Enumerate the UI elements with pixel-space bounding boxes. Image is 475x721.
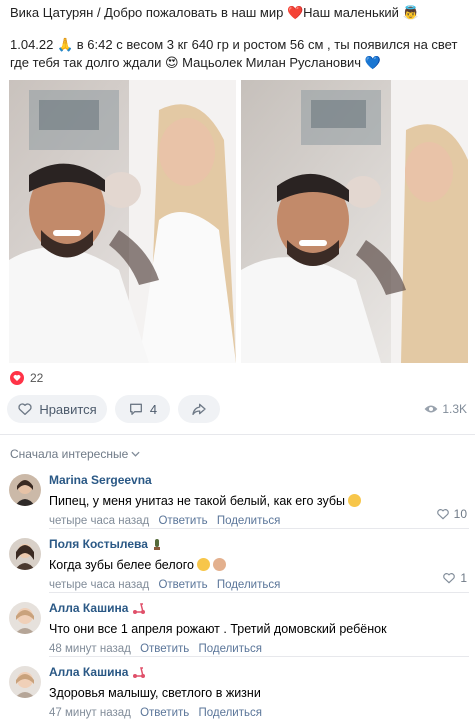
comment-text: Когда зубы белее белого	[49, 556, 469, 574]
comment-like-button[interactable]: 10	[436, 507, 467, 521]
share-arrow-icon	[192, 403, 206, 415]
comment-text: Здоровья малышу, светлого в жизни	[49, 686, 261, 700]
reply-link[interactable]: Ответить	[158, 579, 207, 591]
comment-meta: 48 минут назад Ответить Поделиться	[49, 642, 469, 656]
likes-count: 22	[30, 371, 44, 385]
avatar[interactable]	[9, 474, 41, 506]
chevron-down-icon	[131, 451, 140, 457]
avatar[interactable]	[9, 538, 41, 570]
divider	[49, 656, 469, 657]
divider	[0, 434, 475, 435]
reply-link[interactable]: Ответить	[158, 515, 207, 527]
sort-label: Сначала интересные	[10, 447, 129, 461]
comment-meta: четыре часа назад Ответить Поделиться	[49, 578, 469, 592]
comment-meta: четыре часа назад Ответить Поделиться	[49, 514, 469, 528]
grimace-emoji-icon	[348, 494, 362, 507]
share-link[interactable]: Поделиться	[217, 579, 281, 591]
reply-link[interactable]: Ответить	[140, 643, 189, 655]
comment-author[interactable]: Алла Кашина	[49, 664, 469, 680]
laughing-emoji-icon	[196, 558, 210, 571]
post-header: Вика Цатурян / Добро пожаловать в наш ми…	[10, 5, 419, 20]
divider	[49, 592, 469, 593]
comment-like-count: 10	[453, 507, 467, 521]
comment-author[interactable]: Поля Костылева	[49, 536, 469, 552]
post-text: 1.04.22 🙏 в 6:42 с весом 3 кг 640 гр и р…	[10, 37, 458, 70]
comment-time[interactable]: 48 минут назад	[49, 643, 131, 655]
reply-link[interactable]: Ответить	[140, 707, 189, 719]
comment-like-button[interactable]: 1	[442, 571, 467, 585]
scooter-icon	[133, 603, 146, 614]
scooter-icon	[133, 667, 146, 678]
heart-outline-icon	[436, 509, 449, 520]
post-photo-2[interactable]	[241, 80, 468, 363]
cactus-icon	[153, 539, 160, 550]
share-link[interactable]: Поделиться	[198, 707, 262, 719]
comment-text: Что они все 1 апреля рожают . Третий дом…	[49, 622, 387, 636]
comment-time[interactable]: четыре часа назад	[49, 579, 149, 591]
woman-facepalm-emoji-icon	[212, 558, 226, 571]
post-actions: Нравится 4 1.3K	[7, 395, 467, 423]
heart-icon	[10, 371, 24, 385]
comments-sort-dropdown[interactable]: Сначала интересные	[10, 447, 140, 461]
heart-outline-icon	[443, 573, 456, 584]
comment-time[interactable]: 47 минут назад	[49, 707, 131, 719]
comment-like-count: 1	[460, 571, 467, 585]
comment-button[interactable]: 4	[115, 395, 170, 423]
views-counter: 1.3K	[424, 402, 467, 416]
comment-time[interactable]: четыре часа назад	[49, 515, 149, 527]
avatar[interactable]	[9, 666, 41, 698]
comment-bubble-icon	[129, 403, 142, 415]
heart-outline-icon	[18, 403, 32, 415]
share-link[interactable]: Поделиться	[217, 515, 281, 527]
views-count: 1.3K	[442, 402, 467, 416]
comment-text: Пипец, у меня унитаз не такой белый, как…	[49, 492, 469, 510]
divider	[49, 528, 469, 529]
comment-author[interactable]: Marina Sergeevna	[49, 472, 469, 488]
comment-meta: 47 минут назад Ответить Поделиться	[49, 706, 469, 720]
share-link[interactable]: Поделиться	[198, 643, 262, 655]
post-photo-1[interactable]	[9, 80, 236, 363]
likes-summary[interactable]: 22	[10, 371, 43, 385]
avatar[interactable]	[9, 602, 41, 634]
comment-author[interactable]: Алла Кашина	[49, 600, 469, 616]
like-label: Нравится	[39, 401, 97, 417]
like-button[interactable]: Нравится	[7, 395, 107, 423]
share-button[interactable]	[178, 395, 220, 423]
eye-icon	[424, 405, 438, 413]
comments-count: 4	[149, 401, 158, 417]
